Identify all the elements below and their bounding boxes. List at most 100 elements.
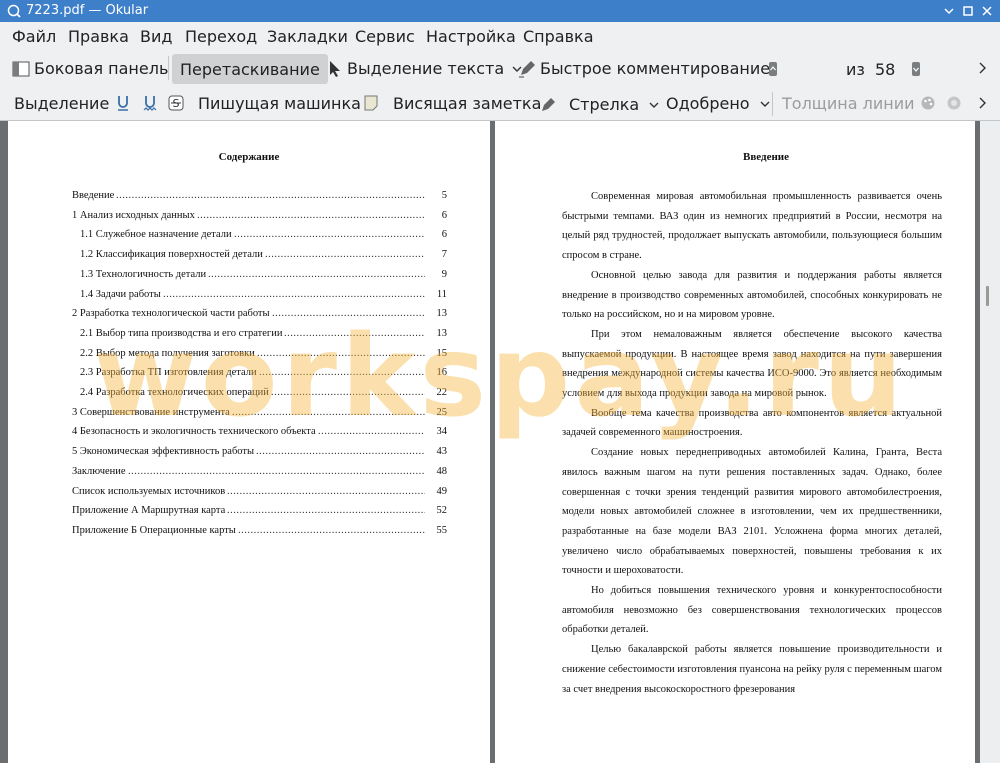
cursor-icon	[330, 60, 340, 77]
highlight-button[interactable]: Выделение	[14, 94, 109, 113]
chevron-down-icon[interactable]	[760, 100, 770, 108]
toc-row-leader: ........................................…	[238, 524, 425, 536]
menu-tools[interactable]: Сервис	[355, 27, 415, 46]
sticky-note-icon-button[interactable]	[364, 95, 378, 111]
toc-row-leader: ........................................…	[232, 406, 425, 418]
toc-row[interactable]: Приложение А Маршрутная карта 52.........…	[72, 505, 447, 521]
toc-row-page: 15	[436, 347, 448, 359]
toc-row[interactable]: 2.1 Выбор типа производства и его страте…	[72, 328, 447, 344]
intro-text: Современная мировая автомобильная промыш…	[562, 187, 942, 699]
toc-heading: Содержание	[218, 151, 280, 163]
toolbar-separator	[772, 92, 773, 116]
menu-view[interactable]: Вид	[140, 27, 172, 46]
scrollbar-thumb[interactable]	[986, 286, 989, 306]
palette-icon	[921, 96, 935, 110]
sticky-note-button[interactable]: Висящая заметка	[393, 94, 541, 113]
toc-row-page: 55	[436, 524, 448, 536]
toc-row-page: 22	[436, 387, 448, 398]
toc-row[interactable]: Введение 5...............................…	[72, 190, 447, 206]
intro-paragraph: Целью бакалаврской работы является повыш…	[562, 644, 942, 695]
toc-row[interactable]: Заключение 48............................…	[72, 466, 447, 482]
previous-page-button[interactable]	[768, 61, 778, 77]
underline-button[interactable]	[116, 95, 130, 111]
toc-row-page: 11	[436, 288, 447, 300]
toc-row-title: 2.4 Разработка технологических операций	[80, 387, 269, 398]
sidebar-button[interactable]: Боковая панель	[12, 59, 168, 78]
next-page-button[interactable]	[911, 61, 921, 77]
toc-row-leader: ........................................…	[227, 505, 425, 517]
strikethrough-button[interactable]: S	[168, 95, 184, 111]
menu-go[interactable]: Переход	[185, 27, 257, 46]
toc-row-page: 16	[436, 367, 448, 379]
arrow-down-icon	[912, 62, 920, 76]
close-icon[interactable]	[980, 4, 994, 18]
toc-row-title: 1 Анализ исходных данных	[72, 209, 195, 221]
document-viewport[interactable]: Содержание Введение 5....................…	[0, 121, 1000, 763]
stamp-button[interactable]: Одобрено	[666, 94, 770, 113]
title-bar: 7223.pdf — Okular	[0, 0, 1000, 22]
toc-row-page: 49	[436, 485, 448, 497]
toc-row-title: 4 Безопасность и экологичность техническ…	[72, 426, 316, 438]
menu-file[interactable]: Файл	[12, 27, 56, 46]
underline-icon	[118, 96, 128, 111]
line-width-button[interactable]: Толщина линии	[782, 94, 915, 113]
toc-row[interactable]: 3 Совершенствование инструмента 25.......…	[72, 407, 447, 423]
drag-mode-button[interactable]: Перетаскивание	[172, 54, 328, 84]
toc-row-title: 1.4 Задачи работы	[80, 288, 161, 300]
vertical-scrollbar[interactable]	[980, 121, 1000, 763]
toc-row[interactable]: 1.2 Классификация поверхностей детали 7..…	[72, 249, 447, 265]
toc-row-leader: ........................................…	[234, 229, 425, 241]
toc-row[interactable]: 1.1 Служебное назначение детали 6........…	[72, 229, 447, 245]
toc-row-title: 1.1 Служебное назначение детали	[80, 229, 232, 241]
minimize-icon[interactable]	[942, 4, 956, 18]
intro-heading: Введение	[742, 151, 790, 163]
toc-row-leader: ........................................…	[116, 190, 425, 201]
toc-row[interactable]: 5 Экономическая эффективность работы 43..…	[72, 446, 447, 462]
toc-row[interactable]: 1.4 Задачи работы 11.....................…	[72, 289, 447, 305]
toc-row-leader: ........................................…	[163, 288, 425, 300]
page-of-label: из	[846, 60, 865, 79]
typewriter-button[interactable]: Пишущая машинка	[198, 94, 361, 113]
opacity-button[interactable]	[946, 95, 962, 111]
drag-mode-label: Перетаскивание	[180, 59, 320, 79]
toc-row[interactable]: 4 Безопасность и экологичность техническ…	[72, 426, 447, 442]
toc-row-leader: ........................................…	[197, 209, 425, 221]
toc-row-title: Список используемых источников	[72, 485, 226, 497]
toolbar-overflow-button[interactable]	[978, 97, 986, 109]
toc-row[interactable]: 2.3 Разработка ТП изготовления детали 16.…	[72, 367, 447, 383]
quick-comment-button[interactable]: Быстрое комментирование	[518, 59, 770, 78]
toc-row[interactable]: Список используемых источников 49........…	[72, 486, 447, 502]
page-total: 58	[875, 60, 896, 79]
maximize-icon[interactable]	[961, 4, 975, 18]
toc-row-leader: ........................................…	[272, 308, 425, 320]
chevron-right-icon	[979, 97, 986, 109]
menu-bookmarks[interactable]: Закладки	[267, 27, 348, 46]
select-text-label: Выделение текста	[347, 59, 505, 78]
toc-row-leader: ........................................…	[227, 485, 425, 497]
menu-settings[interactable]: Настройка	[426, 27, 516, 46]
squiggly-button[interactable]	[143, 95, 157, 111]
toc-row[interactable]: 2.4 Разработка технологических операций 2…	[72, 387, 447, 403]
toc-row-title: 1.3 Технологичность детали	[80, 268, 207, 280]
menu-bar: Файл Правка Вид Переход Закладки Сервис …	[0, 22, 1000, 50]
toc-row-leader: ........................................…	[265, 249, 425, 261]
arrow-up-icon	[769, 62, 777, 76]
toc-row[interactable]: Приложение Б Операционные карты 55.......…	[72, 525, 447, 541]
toc-row-title: 2.1 Выбор типа производства и его страте…	[80, 327, 283, 339]
toc-row-title: Приложение А Маршрутная карта	[72, 505, 226, 517]
toc-row[interactable]: 2 Разработка технологической части работ…	[72, 308, 447, 324]
intro-paragraph: Создание новых переднеприводных автомоби…	[562, 447, 942, 577]
arrow-tool-button[interactable]: Стрелка	[539, 95, 659, 114]
menu-edit[interactable]: Правка	[68, 27, 129, 46]
toc-row[interactable]: 2.2 Выбор метода получения заготовки 15..…	[72, 348, 447, 364]
select-text-button[interactable]: Выделение текста	[328, 59, 522, 78]
color-button[interactable]	[920, 95, 936, 111]
toolbar-overflow-button[interactable]	[978, 62, 986, 74]
menu-help[interactable]: Справка	[523, 27, 594, 46]
opacity-icon	[947, 96, 961, 110]
toc-row-page: 9	[441, 268, 447, 280]
chevron-down-icon[interactable]	[649, 101, 659, 109]
toc-row[interactable]: 1 Анализ исходных данных 6...............…	[72, 210, 447, 226]
toc-row[interactable]: 1.3 Технологичность детали 9.............…	[72, 269, 447, 285]
toc-row-title: 1.2 Классификация поверхностей детали	[80, 249, 263, 261]
